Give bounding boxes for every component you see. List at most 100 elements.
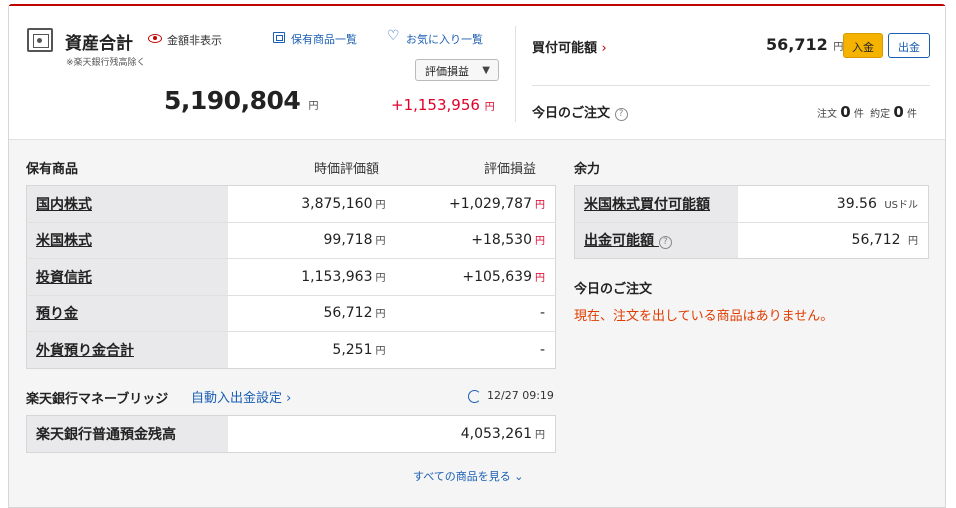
holding-name-link[interactable]: 投資信託 bbox=[26, 258, 228, 296]
auto-transfer-label: 自動入出金設定 bbox=[191, 391, 283, 406]
table-row: 国内株式 3,875,160 円 +1,029,787 円 bbox=[26, 185, 556, 223]
todays-orders-label: 今日のご注文 bbox=[532, 106, 611, 121]
table-row: 楽天銀行普通預金残高 4,053,261 円 bbox=[26, 415, 556, 453]
capacity-value-cell: 56,712 円 bbox=[738, 222, 929, 259]
count-unit: 件 bbox=[853, 109, 864, 120]
holding-name-link[interactable]: 外貨預り金合計 bbox=[26, 331, 228, 368]
updated-time: 12/27 09:19 bbox=[487, 389, 554, 402]
bank-balance-label: 楽天銀行普通預金残高 bbox=[26, 415, 228, 452]
table-row: 出金可能額 ? 56,712 円 bbox=[574, 222, 929, 259]
buying-power: 56,712 円 bbox=[766, 35, 843, 54]
holdings-list-link[interactable]: 保有商品一覧 bbox=[291, 31, 357, 47]
help-icon[interactable]: ? bbox=[658, 236, 672, 250]
safe-icon bbox=[27, 28, 53, 52]
holding-value: 1,153,963 bbox=[301, 268, 373, 285]
executed-count: 0 bbox=[893, 103, 904, 121]
no-orders-message: 現在、注文を出している商品はありません。 bbox=[574, 309, 834, 324]
yen-unit: 円 bbox=[535, 236, 545, 248]
bank-balance-table: 楽天銀行普通預金残高 4,053,261 円 bbox=[26, 415, 556, 453]
list-icon[interactable] bbox=[273, 32, 285, 43]
holding-gain-cell: +1,029,787 円 bbox=[395, 185, 556, 223]
yen-unit: 円 bbox=[833, 42, 844, 53]
holding-value-cell: 5,251 円 bbox=[228, 332, 396, 369]
capacity-name-cell: 出金可能額 ? bbox=[574, 222, 738, 259]
todays-orders-section-heading: 今日のご注文 bbox=[574, 282, 653, 297]
yen-unit: 円 bbox=[375, 272, 386, 284]
executed-label: 約定 bbox=[870, 109, 891, 120]
holding-gain: - bbox=[539, 341, 545, 358]
deposit-button[interactable]: 入金 bbox=[843, 33, 883, 58]
buying-power-link[interactable]: 買付可能額 › bbox=[532, 37, 607, 56]
holding-value-cell: 99,718 円 bbox=[227, 222, 396, 259]
holding-name-link[interactable]: 預り金 bbox=[26, 295, 228, 332]
holding-name-link[interactable]: 国内株式 bbox=[26, 185, 228, 223]
yen-unit: 円 bbox=[535, 429, 545, 441]
capacity-value: 39.56 bbox=[836, 195, 877, 212]
table-row: 預り金 56,712 円 - bbox=[26, 295, 556, 332]
see-all-label: すべての商品を見る bbox=[413, 470, 511, 483]
divider bbox=[515, 26, 516, 122]
yen-unit: 円 bbox=[484, 102, 495, 113]
favorites-list-link[interactable]: お気に入り一覧 bbox=[406, 31, 483, 47]
chevron-down-icon: ⌄ bbox=[514, 470, 524, 483]
buying-power-label: 買付可能額 bbox=[532, 41, 598, 56]
money-bridge-heading: 楽天銀行マネーブリッジ bbox=[26, 392, 169, 407]
table-row: 米国株式買付可能額 39.56 USドル bbox=[574, 185, 929, 223]
order-counts: 注文 0 件 約定 0 件 bbox=[817, 103, 917, 121]
heart-icon[interactable]: ♡ bbox=[387, 28, 400, 44]
table-row: 投資信託 1,153,963 円 +105,639 円 bbox=[26, 258, 556, 296]
holding-value: 56,712 bbox=[323, 305, 373, 322]
holding-value: 3,875,160 bbox=[301, 195, 373, 212]
yen-unit: 円 bbox=[535, 199, 545, 211]
holding-gain: - bbox=[395, 295, 556, 332]
count-unit: 件 bbox=[906, 109, 917, 120]
capacity-unit: USドル bbox=[884, 199, 918, 211]
capacity-heading: 余力 bbox=[574, 162, 601, 177]
holding-value-cell: 3,875,160 円 bbox=[227, 185, 396, 223]
yen-unit: 円 bbox=[535, 272, 545, 284]
view-select[interactable]: 評価損益 ▼ bbox=[415, 59, 499, 81]
capacity-value-cell: 39.56 USドル bbox=[737, 185, 929, 223]
bank-balance-value: 4,053,261 bbox=[460, 425, 532, 442]
holding-gain-cell: +105,639 円 bbox=[395, 258, 556, 296]
yen-unit: 円 bbox=[308, 101, 318, 112]
capacity-unit: 円 bbox=[908, 236, 918, 248]
total-gain-value: +1,153,956 bbox=[391, 96, 480, 114]
asset-summary-panel: 資産合計 金額非表示 ※楽天銀行残高除く 5,190,804 円 保有商品一覧 … bbox=[8, 4, 946, 508]
page-title: 資産合計 bbox=[65, 34, 133, 54]
auto-transfer-settings-link[interactable]: 自動入出金設定 › bbox=[191, 387, 291, 406]
holding-value-cell: 1,153,963 円 bbox=[227, 258, 396, 296]
holdings-table: 国内株式 3,875,160 円 +1,029,787 円 米国株式 99,718 円… bbox=[26, 185, 556, 369]
chevron-right-icon: › bbox=[601, 41, 607, 56]
hide-amount-toggle[interactable]: 金額非表示 bbox=[167, 32, 222, 48]
capacity-value: 56,712 bbox=[851, 232, 901, 249]
eye-icon[interactable] bbox=[148, 34, 162, 43]
holding-gain: +105,639 bbox=[462, 268, 532, 285]
orders-label: 注文 bbox=[817, 109, 837, 120]
holding-name-link[interactable]: 米国株式 bbox=[26, 222, 228, 259]
total-gain: +1,153,956 円 bbox=[391, 96, 495, 114]
help-icon[interactable]: ? bbox=[614, 108, 628, 121]
holding-value: 5,251 bbox=[332, 341, 373, 358]
chevron-right-icon: › bbox=[286, 391, 292, 406]
see-all-products-link[interactable]: すべての商品を見る ⌄ bbox=[413, 468, 524, 484]
buying-power-value: 56,712 bbox=[766, 35, 828, 54]
divider bbox=[532, 85, 930, 86]
capacity-table: 米国株式買付可能額 39.56 USドル 出金可能額 ? 56,712 円 bbox=[574, 185, 929, 259]
refresh-icon[interactable] bbox=[468, 390, 481, 403]
capacity-name-link[interactable]: 米国株式買付可能額 bbox=[574, 185, 738, 223]
col-gain: 評価損益 bbox=[484, 162, 537, 177]
yen-unit: 円 bbox=[375, 345, 386, 357]
col-market-value: 時価評価額 bbox=[314, 162, 380, 177]
yen-unit: 円 bbox=[375, 236, 386, 248]
bank-balance-cell: 4,053,261 円 bbox=[228, 416, 556, 453]
total-assets-value: 5,190,804 bbox=[164, 86, 301, 115]
holding-gain: +18,530 bbox=[471, 232, 532, 249]
capacity-name-link[interactable]: 出金可能額 bbox=[584, 233, 654, 249]
yen-unit: 円 bbox=[375, 199, 386, 211]
holding-gain: +1,029,787 bbox=[449, 195, 532, 212]
table-row: 米国株式 99,718 円 +18,530 円 bbox=[26, 222, 556, 259]
view-select-value: 評価損益 bbox=[425, 65, 469, 78]
withdraw-button[interactable]: 出金 bbox=[888, 33, 930, 58]
yen-unit: 円 bbox=[375, 309, 386, 321]
